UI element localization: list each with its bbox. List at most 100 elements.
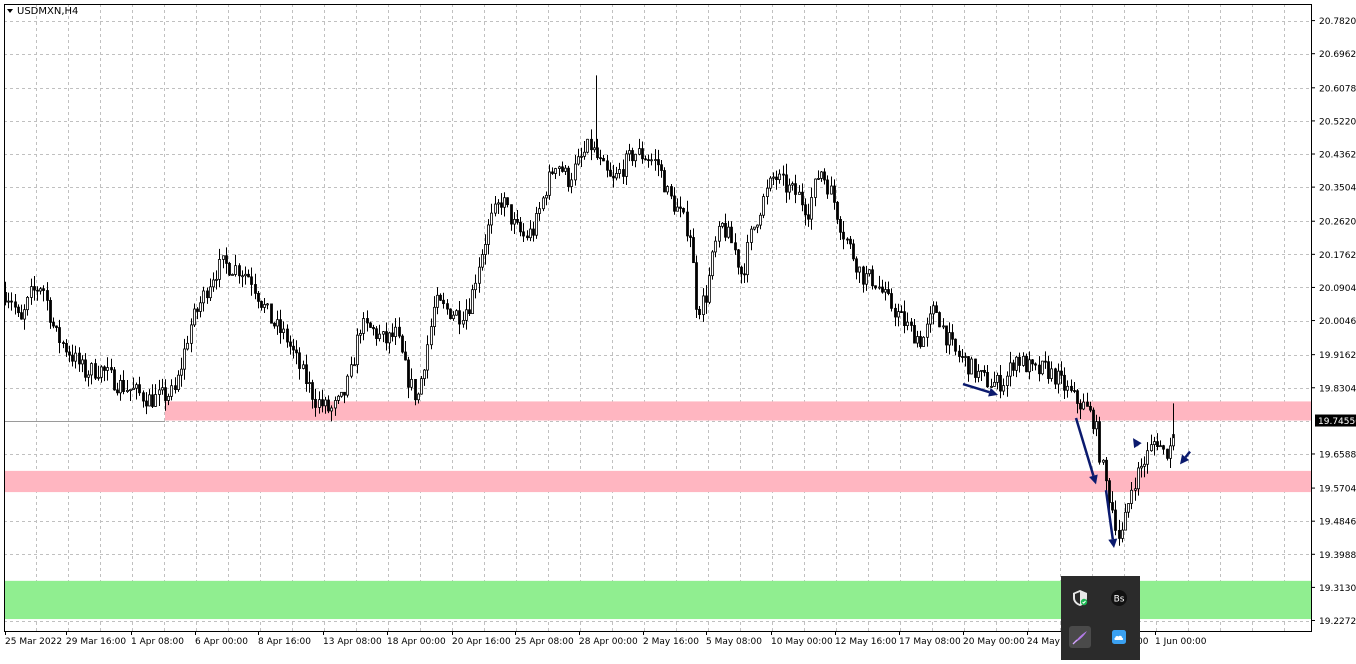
candle-body xyxy=(907,322,909,325)
candle-body xyxy=(917,337,919,344)
cloud-icon[interactable] xyxy=(1108,626,1130,648)
candle-body xyxy=(11,301,13,302)
candle-body xyxy=(1087,402,1089,406)
candle-body xyxy=(1074,390,1076,391)
candle-body xyxy=(850,239,852,244)
candle-body xyxy=(213,280,215,287)
chart-window[interactable]: 20.7820020.6962020.6078020.5220020.43620… xyxy=(0,0,1356,660)
candle-body xyxy=(712,252,714,276)
candle-body xyxy=(552,172,554,174)
candle-body xyxy=(453,315,455,318)
candle-body xyxy=(229,263,231,275)
candle-body xyxy=(866,274,868,284)
price-tick-label: 19.57040 xyxy=(1319,485,1356,495)
candle-body xyxy=(1055,369,1057,384)
candle-body xyxy=(1090,406,1092,410)
candle-body xyxy=(427,345,429,370)
candle-body xyxy=(1080,403,1082,408)
candle-body xyxy=(395,327,397,336)
candle-body xyxy=(1058,371,1060,384)
candle-body xyxy=(971,359,973,374)
candle-body xyxy=(479,267,481,283)
candle-body xyxy=(514,219,516,224)
candle-body xyxy=(549,172,551,195)
candle-body xyxy=(1138,468,1140,489)
candle-body xyxy=(821,172,823,178)
candle-body xyxy=(671,187,673,196)
candle-body xyxy=(808,215,810,219)
candle-body xyxy=(1122,530,1124,538)
shield-check-icon[interactable] xyxy=(1069,587,1091,609)
price-tick-label: 19.83040 xyxy=(1319,384,1356,394)
candle-body xyxy=(511,205,513,224)
candle-body xyxy=(888,290,890,294)
candle-body xyxy=(997,375,999,382)
candle-body xyxy=(335,400,337,408)
candle-body xyxy=(91,364,93,375)
candle-body xyxy=(591,139,593,149)
candle-body xyxy=(1003,386,1005,391)
candle-body xyxy=(674,196,676,211)
candle-body xyxy=(629,151,631,154)
candle-body xyxy=(562,167,564,172)
candle-body xyxy=(152,395,154,407)
time-tick-label: 1 Jun 00:00 xyxy=(1155,637,1207,647)
price-tick-label: 20.43620 xyxy=(1319,151,1356,161)
candle-body xyxy=(111,368,113,370)
time-tick-label: 1 Apr 08:00 xyxy=(131,637,184,647)
candle-body xyxy=(843,232,845,239)
candle-body xyxy=(920,337,922,347)
price-tick-label: 20.52200 xyxy=(1319,117,1356,127)
candle-body xyxy=(927,324,929,337)
candle-body xyxy=(1115,510,1117,530)
time-tick-label: 18 Apr 00:00 xyxy=(387,637,446,647)
candle-body xyxy=(984,370,986,372)
candle-body xyxy=(27,297,29,309)
price-chart[interactable]: 20.7820020.6962020.6078020.5220020.43620… xyxy=(0,0,1356,660)
candle-body xyxy=(488,225,490,245)
candle-body xyxy=(251,277,253,285)
candle-body xyxy=(165,388,167,401)
candle-body xyxy=(235,266,237,275)
candle-body xyxy=(728,227,730,237)
app-bs-icon[interactable]: Bs xyxy=(1108,587,1130,609)
candle-body xyxy=(731,227,733,243)
dropdown-triangle-icon[interactable] xyxy=(7,9,13,13)
candle-body xyxy=(555,169,557,174)
candle-body xyxy=(162,388,164,390)
candle-body xyxy=(280,320,282,333)
candle-body xyxy=(952,333,954,340)
time-tick-label: 12 May 16:00 xyxy=(835,637,897,647)
candle-body xyxy=(539,209,541,214)
candle-body xyxy=(600,158,602,159)
candle-body xyxy=(623,169,625,176)
price-tick-label: 20.69620 xyxy=(1319,50,1356,60)
candle-body xyxy=(747,242,749,274)
candle-body xyxy=(773,177,775,178)
candle-body xyxy=(376,329,378,339)
candle-body xyxy=(1125,512,1127,530)
taskbar-tray-popup: Bs xyxy=(1061,576,1140,660)
candle-body xyxy=(1026,356,1028,371)
candle-body xyxy=(840,219,842,232)
candle-body xyxy=(331,408,333,411)
candle-body xyxy=(639,149,641,155)
candle-body xyxy=(72,355,74,361)
candle-body xyxy=(1154,442,1156,445)
candle-body xyxy=(1000,375,1002,391)
candle-body xyxy=(645,159,647,160)
candle-body xyxy=(59,328,61,343)
price-tick-label: 20.60780 xyxy=(1319,84,1356,94)
candle-body xyxy=(613,176,615,178)
candle-body xyxy=(37,290,39,291)
candle-body xyxy=(703,296,705,315)
candle-body xyxy=(357,335,359,364)
candle-body xyxy=(578,157,580,164)
candle-body xyxy=(1064,375,1066,390)
feather-icon[interactable] xyxy=(1069,626,1091,648)
candle-body xyxy=(581,156,583,157)
symbol-title[interactable]: USDMXN,H4 xyxy=(7,6,78,17)
candle-body xyxy=(463,320,465,324)
candle-body xyxy=(744,274,746,275)
candle-body xyxy=(405,352,407,360)
